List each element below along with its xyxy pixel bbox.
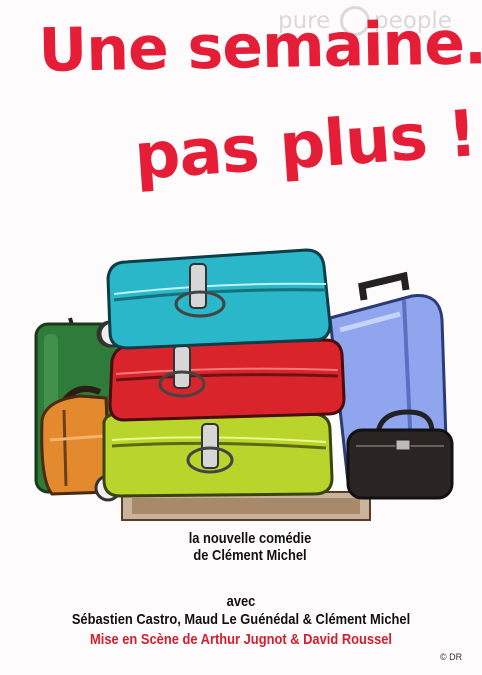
luggage-illustration [34,248,454,521]
subtitle-line1: la nouvelle comédie [188,530,312,547]
poster: pure people Une semaine... pas plus ! la… [0,0,482,675]
teal-suitcase [98,248,332,350]
cast-actors: Sébastien Castro, Maud Le Guénédal & Clé… [71,611,411,628]
cast-direction: Mise en Scène de Arthur Jugnot & David R… [89,631,393,648]
photo-credit: © DR [440,652,463,662]
red-suitcase [108,338,346,422]
subtitle-line2: de Clément Michel [193,547,307,564]
cast-with-label: avec [226,593,256,610]
green-suitcase [94,412,334,502]
